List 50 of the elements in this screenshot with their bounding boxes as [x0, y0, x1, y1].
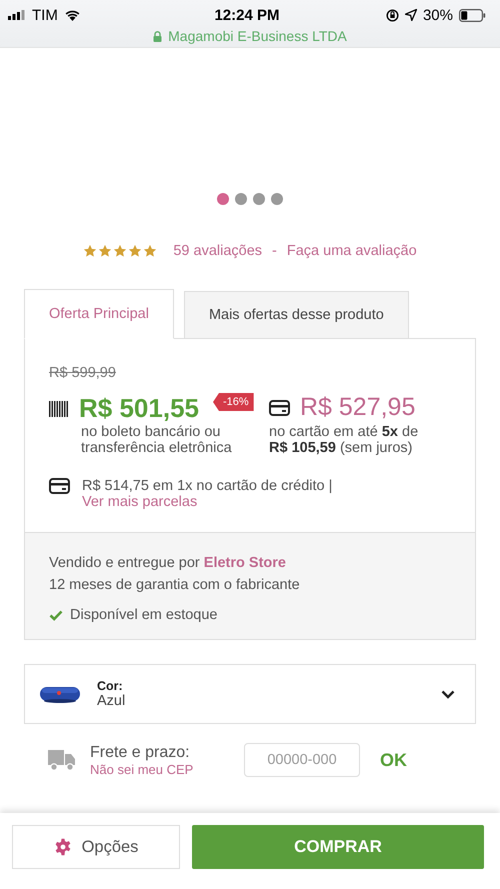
- star-icon: [143, 244, 158, 258]
- star-icon: [98, 244, 112, 258]
- cep-input[interactable]: 00000-000: [244, 743, 360, 777]
- offer-tab[interactable]: Mais ofertas desse produto: [184, 291, 409, 339]
- battery-icon: [458, 8, 486, 22]
- star-icon: [128, 244, 142, 258]
- card-icon: [49, 478, 70, 494]
- store-link[interactable]: Eletro Store: [204, 555, 286, 571]
- card-icon: [269, 400, 290, 416]
- card-installment-note: no cartão em até 5x de R$ 105,59 (sem juros): [269, 424, 419, 456]
- offer-tab[interactable]: Oferta Principal: [24, 289, 174, 339]
- seller-text: Vendido e entregue por Eletro Store: [49, 555, 287, 571]
- battery-percent: 30%: [422, 6, 453, 24]
- location-arrow-icon: [404, 9, 417, 21]
- buy-button[interactable]: COMPRAR: [192, 825, 484, 869]
- options-button[interactable]: Opções: [12, 825, 180, 869]
- color-selector[interactable]: Cor: Azul: [24, 664, 476, 724]
- barcode-icon: [49, 400, 69, 416]
- shipping-label: Frete e prazo:: [90, 744, 191, 762]
- stock-status: Disponível em estoque: [70, 607, 218, 623]
- gear-icon: [54, 838, 72, 856]
- site-name: Magamobi E-Business LTDA: [168, 28, 347, 44]
- boleto-note: no boleto bancário ou transferência eletrônica: [81, 424, 233, 456]
- truck-icon: [48, 749, 76, 771]
- carrier-name: TIM: [32, 6, 58, 24]
- old-price: R$ 599,99: [49, 365, 117, 381]
- star-icon: [83, 244, 98, 258]
- separator: -: [272, 243, 277, 259]
- signal-icon: [8, 10, 26, 20]
- discount-badge: -16%: [212, 393, 254, 411]
- warranty-text: 12 meses de garantia com o fabricante: [49, 577, 301, 593]
- lock-icon: [153, 30, 162, 42]
- wifi-icon: [64, 9, 81, 21]
- more-installments-link[interactable]: Ver mais parcelas: [82, 494, 198, 510]
- boleto-price: R$ 501,55: [79, 393, 199, 424]
- clock-time: 12:24 PM: [214, 6, 280, 24]
- carousel-dot[interactable]: [253, 193, 265, 205]
- carousel-dot[interactable]: [235, 193, 247, 205]
- rotation-lock-icon: [386, 8, 399, 22]
- write-review-link[interactable]: Faça uma avaliação: [286, 243, 417, 259]
- card-price: R$ 527,95: [300, 393, 416, 422]
- star-icon: [113, 244, 128, 258]
- ok-button[interactable]: OK: [374, 748, 413, 772]
- chevron-down-icon: [441, 690, 455, 698]
- unknown-cep-link[interactable]: Não sei meu CEP: [90, 762, 230, 776]
- carousel-dot[interactable]: [271, 193, 283, 205]
- credit-option-text: R$ 514,75 em 1x no cartão de crédito | Ver mais parcelas: [82, 478, 334, 510]
- reviews-link[interactable]: 59 avaliações: [173, 243, 262, 259]
- carousel-dot[interactable]: [217, 193, 229, 205]
- check-icon: [49, 610, 63, 620]
